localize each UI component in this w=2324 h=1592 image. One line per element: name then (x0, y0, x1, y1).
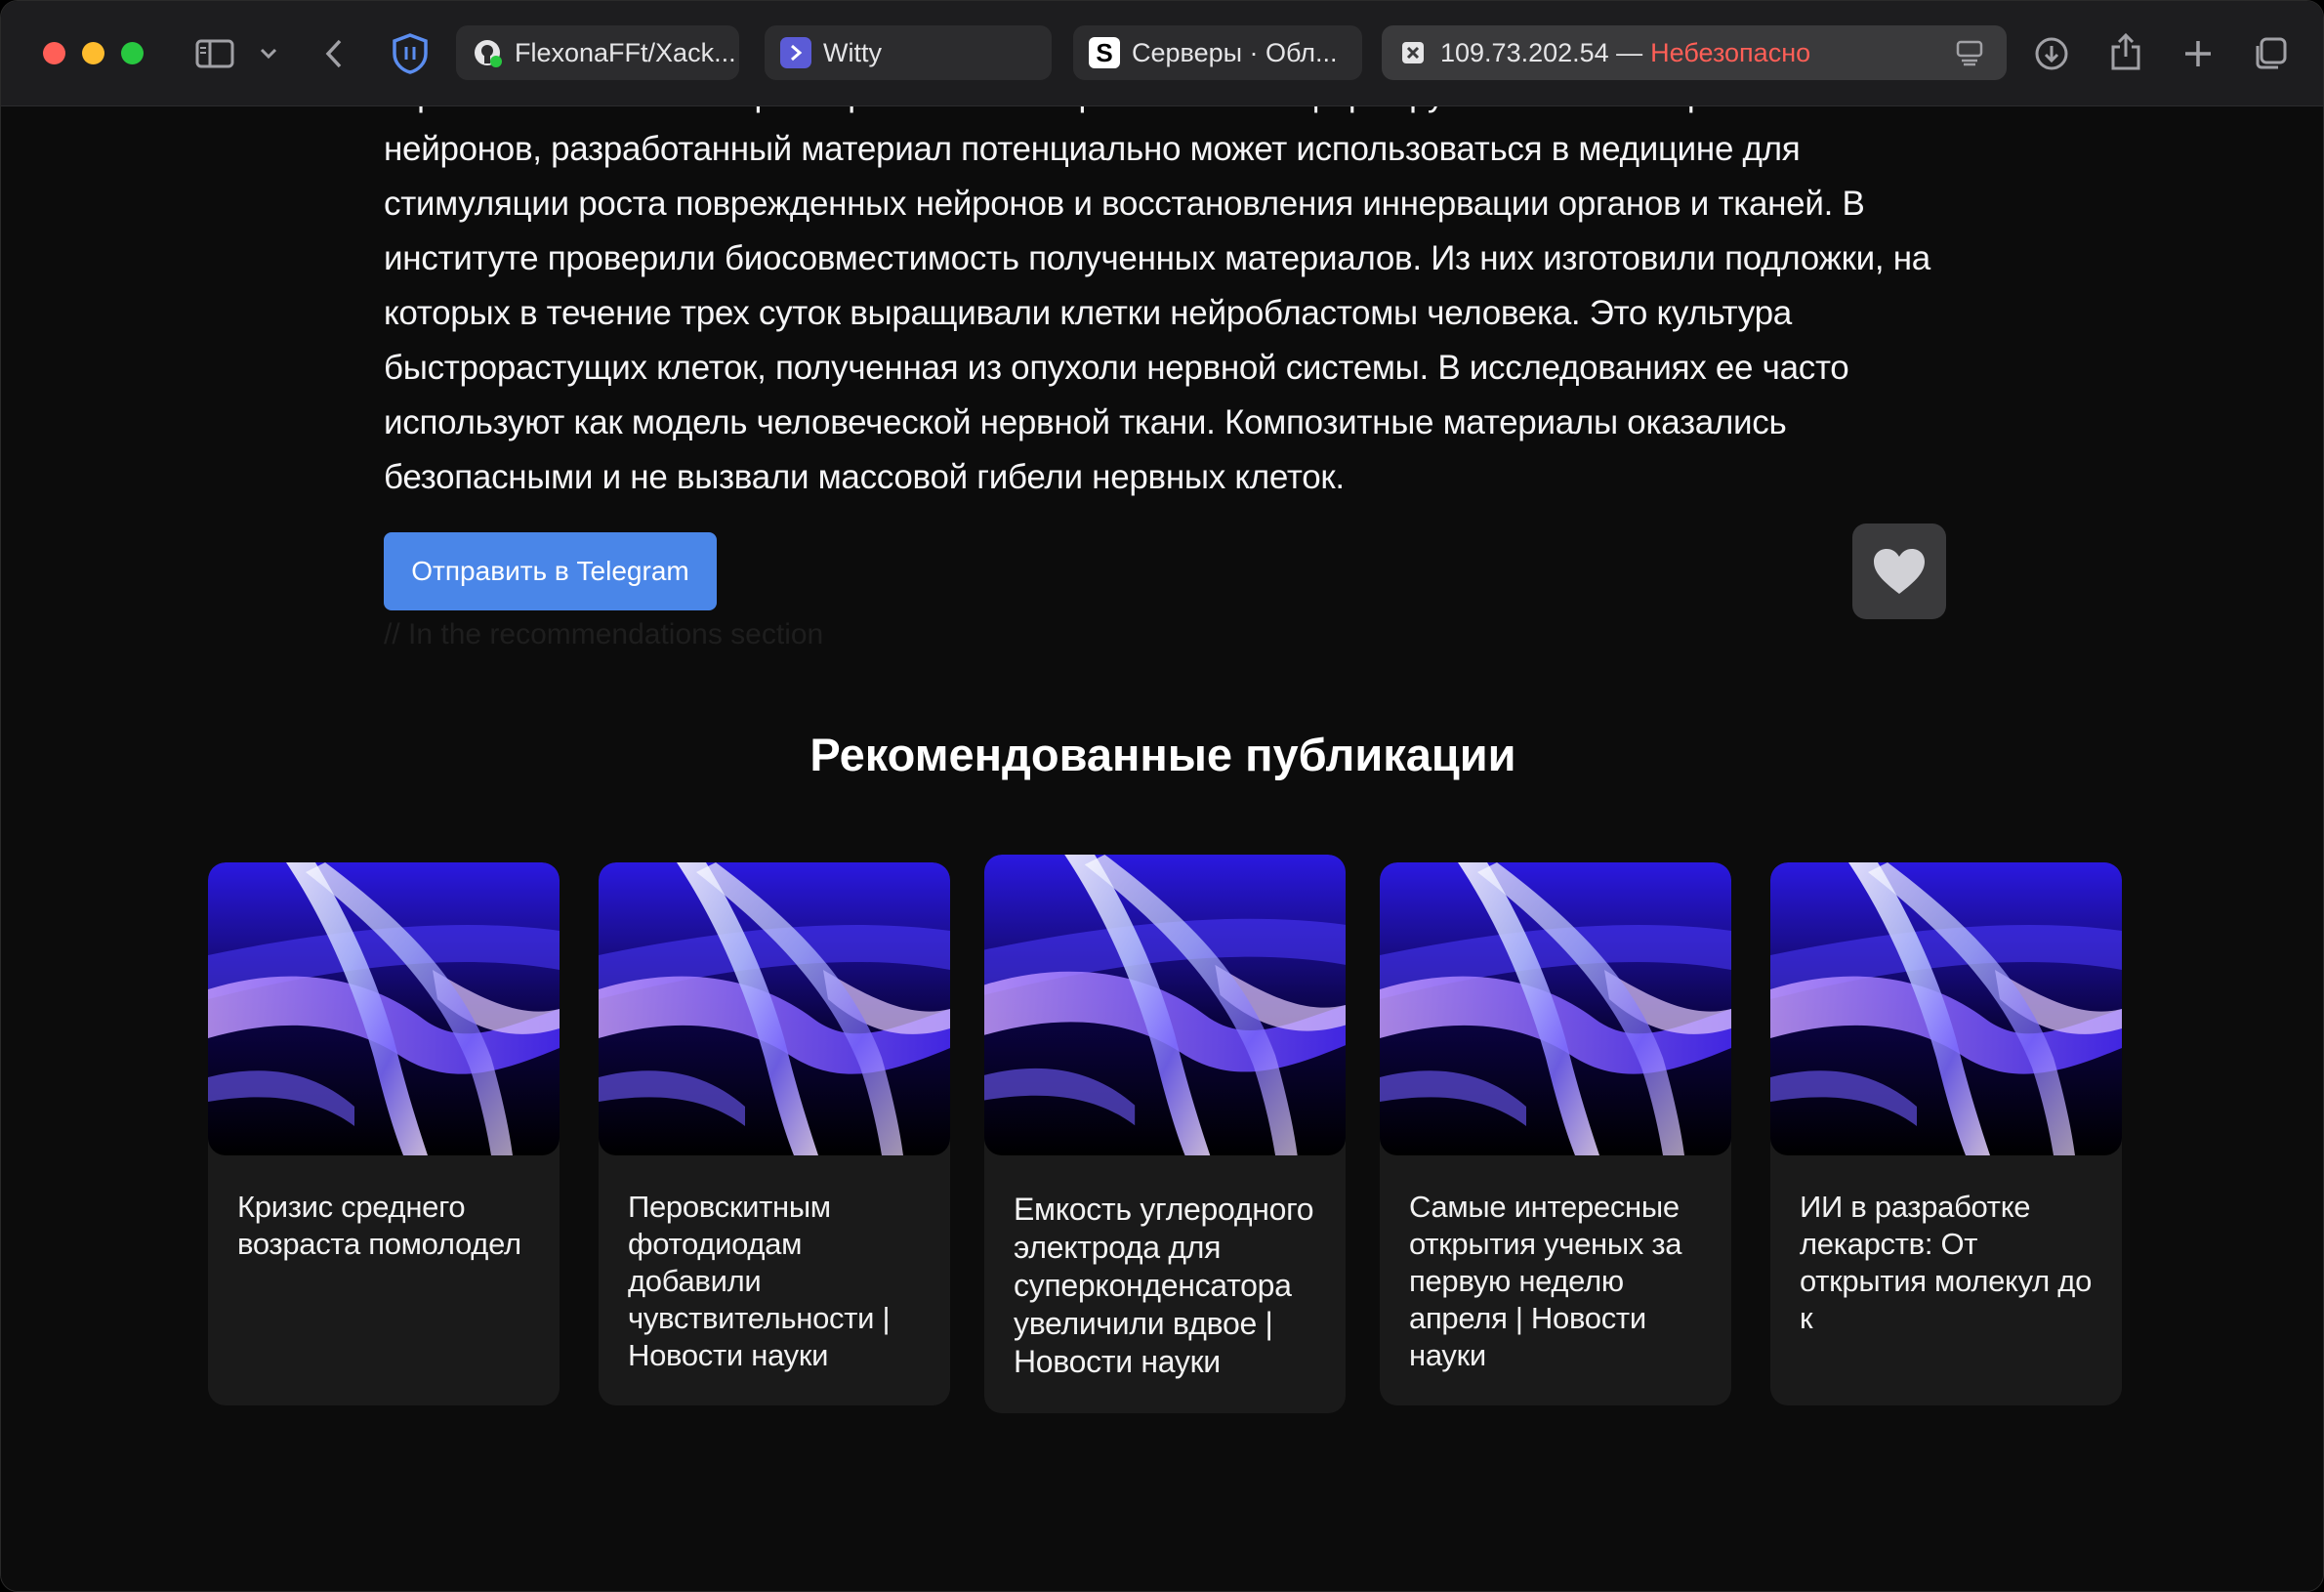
tab-title: 109.73.202.54 — (1440, 37, 1643, 67)
sidebar-toggle-icon[interactable] (192, 34, 237, 73)
s-icon: S (1089, 37, 1120, 68)
tab-title: Witty (823, 37, 882, 67)
tab-servers[interactable]: S Серверы · Обл... (1073, 25, 1362, 80)
browser-window: FlexonaFFt/Xack... Witty S Серверы · Обл… (0, 0, 2324, 1592)
recommendation-card[interactable]: ИИ в разработке лекарств: От открытия мо… (1770, 862, 2122, 1405)
insecure-label: Небезопасно (1650, 37, 1811, 67)
card-image (208, 862, 560, 1155)
card-image (1770, 862, 2122, 1155)
card-image (984, 855, 1346, 1155)
like-button[interactable] (1852, 524, 1946, 619)
close-icon[interactable] (1397, 37, 1429, 68)
chevron-down-icon[interactable] (257, 40, 280, 67)
tab-witty[interactable]: Witty (765, 25, 1052, 80)
tab-active-address[interactable]: 109.73.202.54 — Небезопасно (1382, 25, 2007, 80)
card-image (599, 862, 950, 1155)
share-icon[interactable] (2106, 30, 2145, 73)
code-comment: // In the recommendations section (384, 618, 824, 650)
zoom-window-button[interactable] (121, 42, 144, 64)
tab-overview-icon[interactable] (2251, 34, 2290, 73)
minimize-window-button[interactable] (82, 42, 104, 64)
card-title: ИИ в разработке лекарств: От открытия мо… (1800, 1190, 2093, 1335)
card-title: Самые интересные открытия ученых за перв… (1409, 1190, 1682, 1372)
back-icon[interactable] (319, 34, 349, 73)
card-title: Кризис среднего возраста помолодел (237, 1190, 521, 1261)
card-title: Емкость углеродного электрода для суперк… (1014, 1192, 1314, 1379)
tab-github[interactable]: FlexonaFFt/Xack... (456, 25, 739, 80)
tab-title: Серверы · Обл... (1132, 37, 1338, 67)
recommendation-card-hovered[interactable]: Емкость углеродного электрода для суперк… (984, 855, 1346, 1413)
card-title: Перовскитным фотодиодам добавили чувстви… (628, 1190, 891, 1372)
download-icon[interactable] (2032, 34, 2071, 73)
witty-icon (780, 37, 811, 68)
tab-title: FlexonaFFt/Xack... (515, 37, 736, 67)
recommendations-title: Рекомендованные публикации (809, 729, 1516, 780)
article-body: отростков более 80 микрометров. Так как … (384, 106, 1930, 496)
reader-icon[interactable] (1956, 39, 1983, 73)
new-tab-icon[interactable] (2179, 34, 2218, 73)
browser-toolbar: FlexonaFFt/Xack... Witty S Серверы · Обл… (1, 1, 2323, 106)
recommendation-card[interactable]: Перовскитным фотодиодам добавили чувстви… (599, 862, 950, 1405)
shield-extension-icon[interactable] (388, 30, 433, 77)
recommendation-card[interactable]: Кризис среднего возраста помолодел (208, 862, 560, 1405)
recommendation-card[interactable]: Самые интересные открытия ученых за перв… (1380, 862, 1731, 1405)
github-icon (472, 37, 503, 68)
card-image (1380, 862, 1731, 1155)
heart-icon (1874, 549, 1925, 594)
page-content: отростков более 80 микрометров. Так как … (1, 106, 2323, 1591)
send-to-telegram-button[interactable]: Отправить в Telegram (384, 532, 717, 610)
close-window-button[interactable] (43, 42, 65, 64)
